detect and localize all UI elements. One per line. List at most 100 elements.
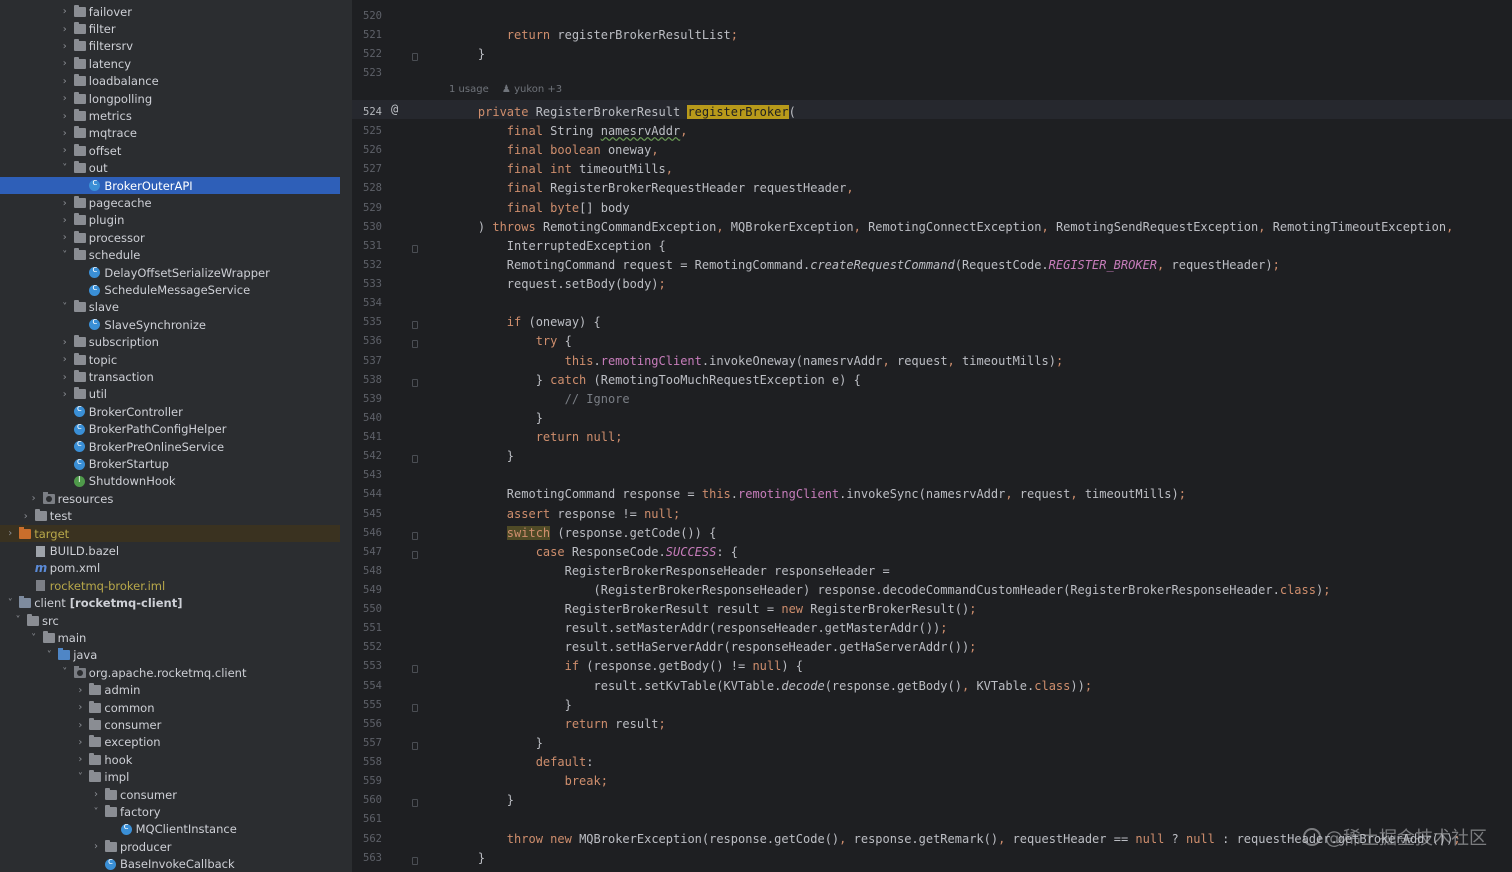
tree-item[interactable]: › offset (0, 142, 340, 159)
author-hint[interactable]: yukon +3 (514, 84, 562, 95)
tree-item[interactable]: › target (0, 525, 340, 543)
tree-item[interactable]: › hook (0, 751, 340, 768)
chevron-right-icon[interactable]: › (59, 389, 71, 400)
tree-item[interactable]: › resources (0, 490, 340, 507)
code-line[interactable]: RemotingCommand response = this.remoting… (449, 485, 1186, 504)
chevron-right-icon[interactable]: › (59, 111, 71, 122)
chevron-right-icon[interactable]: › (59, 145, 71, 156)
tree-item[interactable]: ˅ schedule (0, 247, 340, 264)
tree-item[interactable]: › plugin (0, 212, 340, 229)
code-line[interactable]: ) throws RemotingCommandException, MQBro… (449, 218, 1453, 237)
chevron-down-icon[interactable]: ˅ (43, 650, 55, 661)
chevron-right-icon[interactable]: › (59, 24, 71, 35)
tree-item[interactable]: rocketmq-broker.iml (0, 577, 340, 594)
code-line[interactable]: default: (449, 753, 594, 772)
code-line[interactable]: result.setHaServerAddr(responseHeader.ge… (449, 638, 977, 657)
fold-marker-icon[interactable] (412, 378, 418, 387)
code-line[interactable]: try { (449, 332, 572, 351)
code-line[interactable]: } (449, 409, 543, 428)
code-line[interactable]: break; (449, 772, 608, 791)
chevron-right-icon[interactable]: › (59, 128, 71, 139)
tree-item[interactable]: ˅ java (0, 647, 340, 664)
tree-item[interactable]: › longpolling (0, 90, 340, 107)
tree-item[interactable]: › common (0, 699, 340, 716)
chevron-right-icon[interactable]: › (74, 685, 86, 696)
chevron-right-icon[interactable]: › (90, 789, 102, 800)
code-line[interactable]: InterruptedException { (449, 237, 666, 256)
chevron-right-icon[interactable]: › (74, 737, 86, 748)
fold-marker-icon[interactable] (412, 340, 418, 349)
code-line[interactable]: } (449, 696, 572, 715)
tree-item[interactable]: ShutdownHook (0, 473, 340, 490)
fold-marker-icon[interactable] (412, 455, 418, 464)
tree-item[interactable]: › transaction (0, 368, 340, 385)
chevron-right-icon[interactable]: › (59, 58, 71, 69)
fold-marker-icon[interactable] (412, 665, 418, 674)
chevron-down-icon[interactable]: ˅ (28, 633, 40, 644)
code-line[interactable]: result.setKvTable(KVTable.decode(respons… (449, 677, 1092, 696)
code-line[interactable]: final byte[] body (449, 199, 630, 218)
tree-item[interactable]: BUILD.bazel (0, 542, 340, 559)
chevron-right-icon[interactable]: › (74, 754, 86, 765)
chevron-right-icon[interactable]: › (74, 702, 86, 713)
fold-marker-icon[interactable] (412, 799, 418, 808)
code-line[interactable]: } (449, 45, 485, 64)
code-line[interactable]: } catch (RemotingTooMuchRequestException… (449, 371, 861, 390)
tree-item[interactable]: › exception (0, 734, 340, 751)
chevron-right-icon[interactable]: › (20, 511, 32, 522)
fold-marker-icon[interactable] (412, 321, 418, 330)
code-line[interactable]: (RegisterBrokerResponseHeader) response.… (449, 581, 1330, 600)
code-line[interactable]: switch (response.getCode()) { (449, 524, 716, 543)
tree-item[interactable]: MQClientInstance (0, 821, 340, 838)
code-line[interactable]: RegisterBrokerResult result = new Regist… (449, 600, 977, 619)
code-line[interactable]: final String namesrvAddr, (449, 122, 688, 141)
code-line[interactable]: return result; (449, 715, 666, 734)
chevron-right-icon[interactable]: › (59, 198, 71, 209)
code-line[interactable]: private RegisterBrokerResult registerBro… (449, 103, 796, 122)
tree-item[interactable]: ˅ src (0, 612, 340, 629)
chevron-right-icon[interactable]: › (59, 372, 71, 383)
tree-item[interactable]: › consumer (0, 716, 340, 733)
code-line[interactable]: } (449, 734, 543, 753)
tree-item[interactable]: ˅ org.apache.rocketmq.client (0, 664, 340, 681)
tree-item[interactable]: SlaveSynchronize (0, 316, 340, 333)
tree-item[interactable]: › topic (0, 351, 340, 368)
chevron-down-icon[interactable]: ˅ (59, 667, 71, 678)
chevron-down-icon[interactable]: ˅ (59, 163, 71, 174)
tree-item[interactable]: ScheduleMessageService (0, 281, 340, 298)
code-line[interactable]: case ResponseCode.SUCCESS: { (449, 543, 738, 562)
chevron-down-icon[interactable]: ˅ (90, 807, 102, 818)
code-line[interactable]: } (449, 849, 485, 868)
chevron-down-icon[interactable]: ˅ (59, 302, 71, 313)
tree-item[interactable]: BrokerOuterAPI (0, 177, 340, 195)
tree-item[interactable]: › latency (0, 55, 340, 72)
fold-marker-icon[interactable] (412, 856, 418, 865)
chevron-right-icon[interactable]: › (59, 41, 71, 52)
chevron-right-icon[interactable]: › (28, 493, 40, 504)
code-line[interactable]: final boolean oneway, (449, 141, 659, 160)
tree-item[interactable]: ˅ impl (0, 769, 340, 786)
fold-marker-icon[interactable] (412, 741, 418, 750)
tree-item[interactable]: › filtersrv (0, 38, 340, 55)
code-line[interactable]: } (449, 447, 514, 466)
code-line[interactable]: if (response.getBody() != null) { (449, 657, 803, 676)
fold-marker-icon[interactable] (412, 703, 418, 712)
tree-item[interactable]: ˅ client [rocketmq-client] (0, 595, 340, 612)
inlay-hint[interactable]: 1 usage ♟ yukon +3 (449, 84, 562, 95)
code-line[interactable]: final int timeoutMills, (449, 160, 673, 179)
code-line[interactable]: request.setBody(body); (449, 275, 666, 294)
tree-item[interactable]: › failover (0, 3, 340, 20)
tree-item[interactable]: BaseInvokeCallback (0, 856, 340, 872)
tree-item[interactable]: m pom.xml (0, 560, 340, 577)
code-line[interactable]: // Ignore (449, 390, 630, 409)
tree-item[interactable]: › util (0, 386, 340, 403)
chevron-right-icon[interactable]: › (59, 337, 71, 348)
chevron-right-icon[interactable]: › (59, 76, 71, 87)
tree-item[interactable]: ˅ main (0, 629, 340, 646)
tree-item[interactable]: › producer (0, 838, 340, 855)
tree-item[interactable]: › processor (0, 229, 340, 246)
code-line[interactable]: assert response != null; (449, 505, 680, 524)
tree-item[interactable]: BrokerPathConfigHelper (0, 421, 340, 438)
tree-item[interactable]: › loadbalance (0, 73, 340, 90)
chevron-down-icon[interactable]: ˅ (4, 598, 16, 609)
